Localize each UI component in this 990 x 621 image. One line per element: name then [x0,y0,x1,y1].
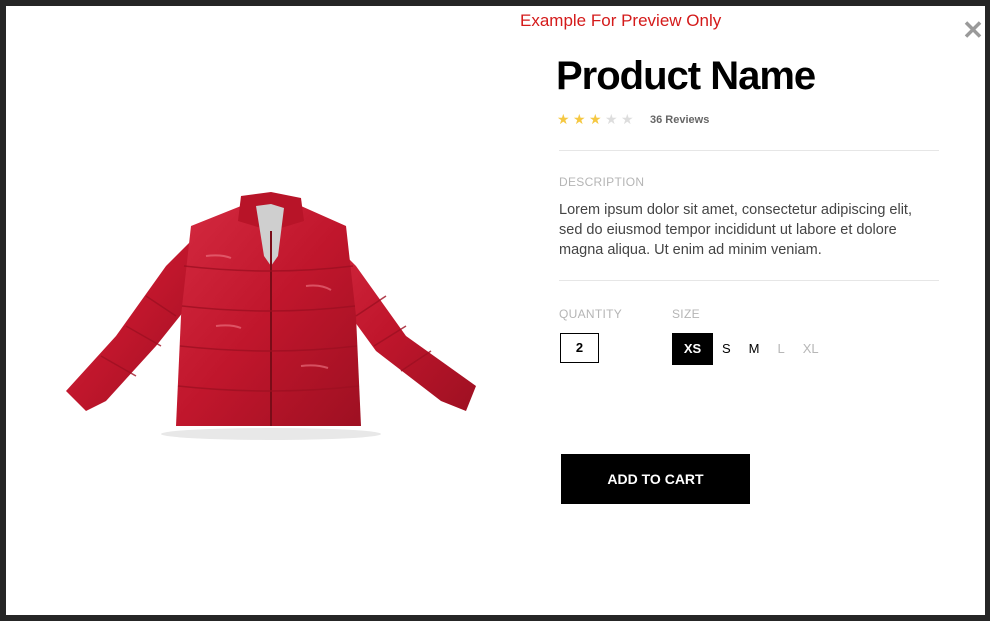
jacket-image [66,192,476,440]
add-to-cart-button[interactable]: ADD TO CART [561,454,750,504]
preview-watermark: Example For Preview Only [520,11,722,30]
star-icon: ★ [573,111,586,127]
quantity-input[interactable]: 2 [560,333,599,363]
close-icon[interactable]: ✕ [961,17,985,43]
size-option-m[interactable]: M [740,333,769,365]
divider [559,150,939,151]
star-icon: ★ [589,111,602,127]
size-option-s[interactable]: S [713,333,740,365]
product-image [56,186,486,446]
star-icon: ★ [605,111,618,127]
size-selector: XS S M L XL [672,333,828,365]
size-option-l[interactable]: L [769,333,794,365]
divider [559,280,939,281]
quantity-label: QUANTITY [559,307,623,321]
size-label: SIZE [672,307,700,321]
quick-view-modal: ✕ [6,6,985,615]
star-icon: ★ [557,111,570,127]
size-option-xl[interactable]: XL [794,333,828,365]
product-title: Product Name [556,54,816,98]
description-label: DESCRIPTION [559,175,645,189]
rating-stars: ★ ★ ★ ★ ★ [557,112,635,126]
product-description: Lorem ipsum dolor sit amet, consectetur … [559,202,912,258]
size-option-xs[interactable]: XS [672,333,713,365]
star-icon: ★ [621,111,634,127]
reviews-link[interactable]: 36 Reviews [650,114,709,126]
